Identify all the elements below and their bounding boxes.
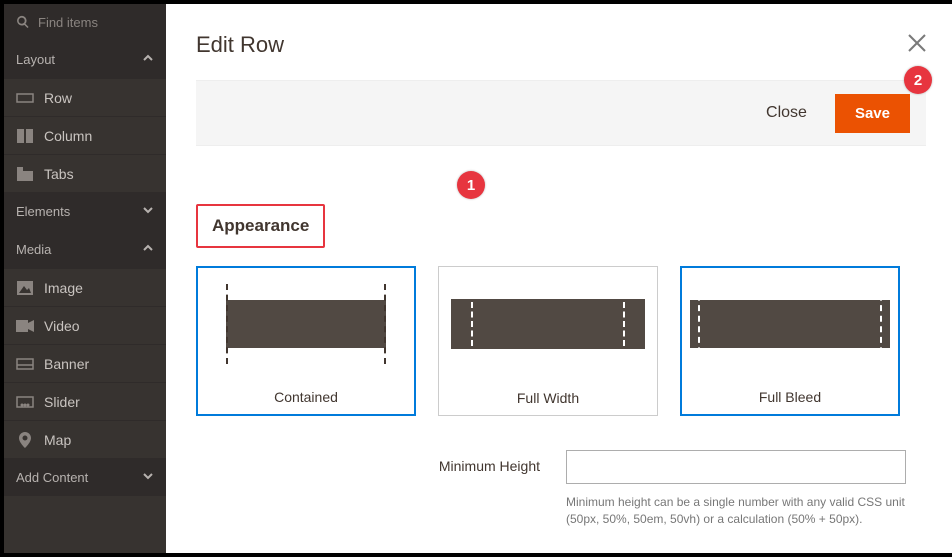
action-bar: Close Save <box>196 80 926 146</box>
appearance-options: Contained Full Width Full Bleed <box>196 266 926 416</box>
modal-title: Edit Row <box>196 32 926 58</box>
tabs-icon <box>16 167 34 181</box>
appearance-section-label: Appearance <box>196 204 325 248</box>
annotation-1: 1 <box>457 171 485 199</box>
sidebar-item-map[interactable]: Map <box>4 420 166 458</box>
column-icon <box>16 129 34 143</box>
save-button[interactable]: Save <box>835 94 910 133</box>
sidebar-group-elements[interactable]: Elements <box>4 192 166 230</box>
close-icon[interactable] <box>906 32 928 59</box>
edit-row-modal: 1 2 Edit Row Close Save Appearance Conta… <box>166 4 952 553</box>
annotation-2: 2 <box>904 66 932 94</box>
sidebar-group-layout[interactable]: Layout <box>4 40 166 78</box>
sidebar-group-add-content[interactable]: Add Content <box>4 458 166 496</box>
search-icon <box>16 15 30 29</box>
chevron-down-icon <box>142 470 154 485</box>
row-icon <box>16 93 34 103</box>
video-icon <box>16 320 34 332</box>
minimum-height-field: Minimum Height Minimum height can be a s… <box>196 450 926 528</box>
sidebar-item-image[interactable]: Image <box>4 268 166 306</box>
sidebar-item-slider[interactable]: Slider <box>4 382 166 420</box>
appearance-option-full-bleed[interactable]: Full Bleed <box>680 266 900 416</box>
contained-preview <box>198 268 414 380</box>
slider-icon <box>16 396 34 408</box>
sidebar: Find items Layout Row Column Tabs Elemen… <box>4 4 166 553</box>
search-input[interactable]: Find items <box>4 4 166 40</box>
sidebar-item-row[interactable]: Row <box>4 78 166 116</box>
full-width-preview <box>439 267 657 381</box>
minimum-height-hint: Minimum height can be a single number wi… <box>566 494 926 528</box>
chevron-down-icon <box>142 204 154 219</box>
sidebar-item-tabs[interactable]: Tabs <box>4 154 166 192</box>
map-pin-icon <box>16 432 34 448</box>
image-icon <box>16 281 34 295</box>
sidebar-item-banner[interactable]: Banner <box>4 344 166 382</box>
sidebar-group-media[interactable]: Media <box>4 230 166 268</box>
chevron-up-icon <box>142 52 154 67</box>
banner-icon <box>16 358 34 370</box>
sidebar-item-video[interactable]: Video <box>4 306 166 344</box>
close-button[interactable]: Close <box>756 96 817 130</box>
sidebar-item-column[interactable]: Column <box>4 116 166 154</box>
minimum-height-label: Minimum Height <box>196 450 566 474</box>
appearance-option-full-width[interactable]: Full Width <box>438 266 658 416</box>
full-bleed-preview <box>682 268 898 380</box>
search-placeholder: Find items <box>38 15 98 30</box>
chevron-up-icon <box>142 242 154 257</box>
minimum-height-input[interactable] <box>566 450 906 484</box>
appearance-option-contained[interactable]: Contained <box>196 266 416 416</box>
